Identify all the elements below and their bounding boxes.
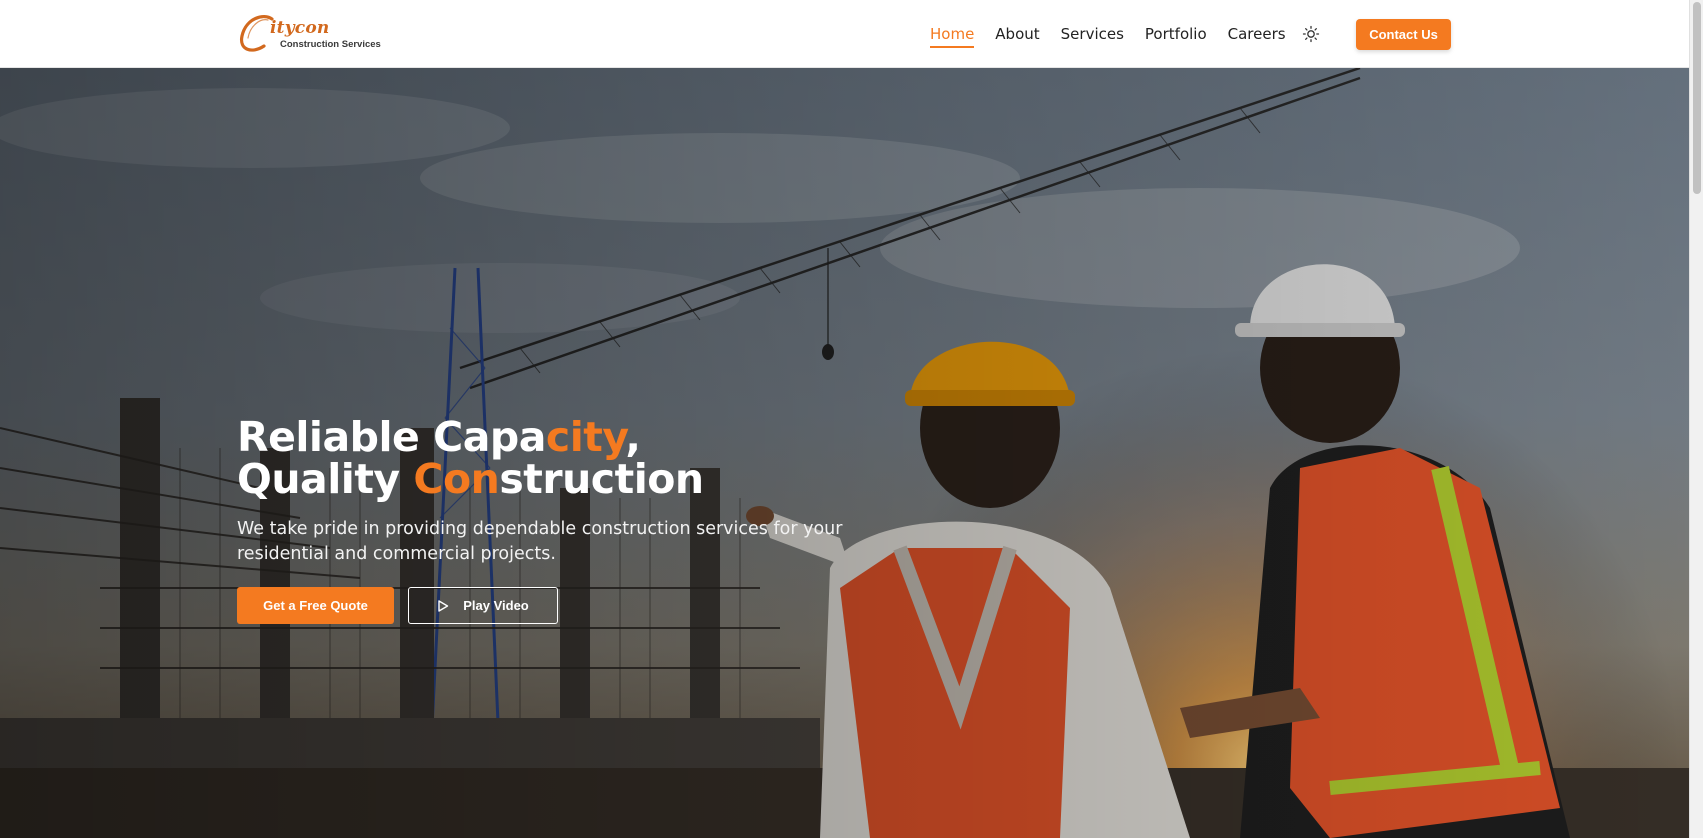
page-scrollbar[interactable]: [1689, 0, 1703, 838]
nav-services[interactable]: Services: [1061, 25, 1124, 43]
nav-home[interactable]: Home: [930, 25, 975, 48]
hero-title-line2: Quality Construction: [237, 455, 704, 503]
nav-about[interactable]: About: [995, 25, 1039, 43]
main-nav: Home About Services Portfolio Careers: [930, 22, 1307, 48]
play-video-label: Play Video: [463, 598, 529, 613]
play-icon: [438, 599, 449, 612]
get-free-quote-button[interactable]: Get a Free Quote: [237, 587, 394, 624]
title-line1-accent: city: [545, 413, 626, 461]
logo-tagline: Construction Services: [280, 39, 381, 50]
title-line1-end: ,: [625, 413, 641, 461]
hero-subtitle: We take pride in providing dependable co…: [237, 519, 843, 564]
logo-wordmark: itycon: [270, 18, 330, 38]
hero-title: Reliable Capacity, Quality Construction: [237, 416, 704, 500]
brand-logo[interactable]: itycon Construction Services: [238, 12, 381, 56]
scrollbar-thumb[interactable]: [1693, 2, 1701, 194]
nav-portfolio[interactable]: Portfolio: [1145, 25, 1207, 43]
title-line2-accent: Con: [413, 455, 500, 503]
play-video-button[interactable]: Play Video: [408, 587, 558, 624]
title-line2-text: Quality: [237, 455, 414, 503]
hero-section: Reliable Capacity, Quality Construction …: [0, 68, 1689, 838]
sun-icon[interactable]: [1302, 25, 1320, 43]
title-line1-text: Reliable Capa: [237, 413, 546, 461]
contact-us-button[interactable]: Contact Us: [1356, 19, 1451, 50]
title-line2-end: struction: [499, 455, 704, 503]
nav-careers[interactable]: Careers: [1228, 25, 1286, 43]
site-header: itycon Construction Services Home About …: [0, 0, 1689, 68]
hero-title-line1: Reliable Capacity,: [237, 413, 641, 461]
